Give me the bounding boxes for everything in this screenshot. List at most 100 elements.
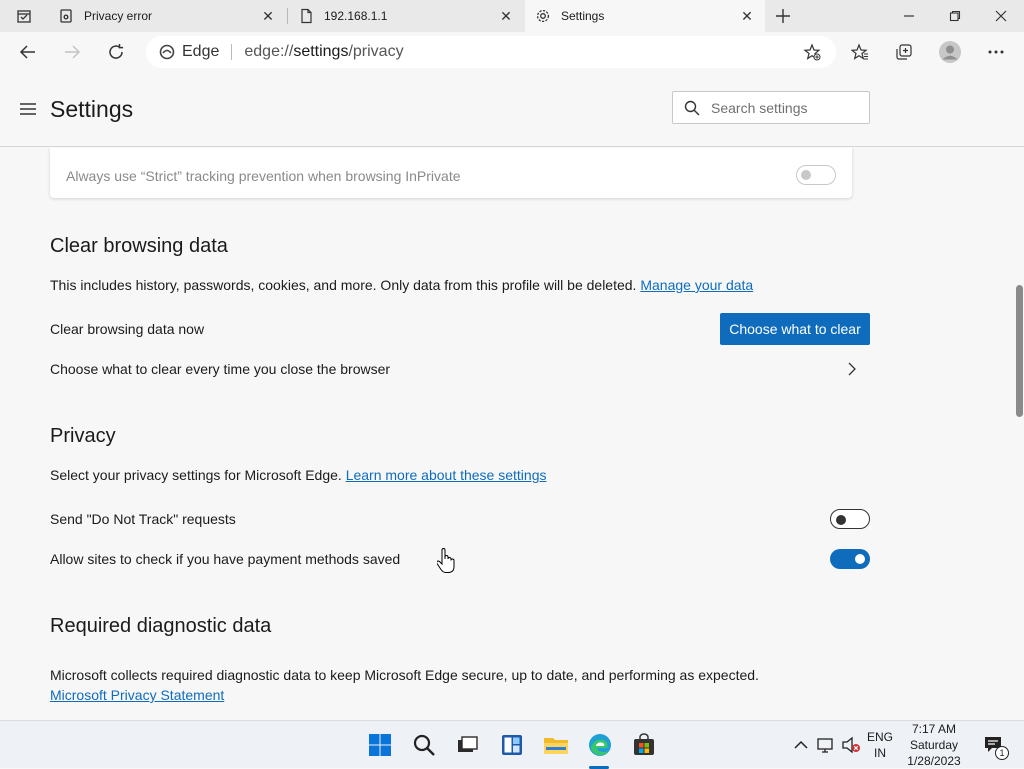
hamburger-menu-icon[interactable] xyxy=(18,99,38,119)
url-prefix: edge:// xyxy=(244,43,294,60)
widgets-icon xyxy=(502,735,522,755)
edge-browser-icon xyxy=(589,734,611,756)
browser-toolbar: Edge edge://settings/privacy xyxy=(0,32,1024,71)
toggle-knob xyxy=(855,554,865,564)
refresh-button[interactable] xyxy=(100,36,132,68)
tracking-card: Always use “Strict” tracking prevention … xyxy=(50,148,852,198)
forward-arrow-icon xyxy=(65,45,81,59)
restore-icon xyxy=(949,10,961,22)
new-tab-button[interactable] xyxy=(767,0,799,32)
toggle-knob xyxy=(836,515,846,525)
privacy-description: Select your privacy settings for Microso… xyxy=(50,467,546,483)
clock-time: 7:17 AM xyxy=(911,722,957,736)
address-url[interactable]: edge://settings/privacy xyxy=(244,43,403,61)
strict-inprivate-toggle[interactable] xyxy=(796,165,836,185)
address-brand: Edge xyxy=(182,43,220,60)
diagnostic-title: Required diagnostic data xyxy=(50,615,272,637)
refresh-icon xyxy=(109,44,124,59)
notifications-button[interactable]: 1 xyxy=(978,729,1010,761)
toggle-knob xyxy=(801,170,811,180)
volume-button[interactable] xyxy=(838,729,864,761)
widgets-button[interactable] xyxy=(496,729,528,761)
language-indicator[interactable]: ENG IN xyxy=(864,729,896,761)
clock-date: 1/28/2023 xyxy=(907,754,961,768)
tab-settings[interactable]: Settings ✕ xyxy=(525,0,765,32)
tab-strip: Privacy error ✕ 192.168.1.1 ✕ Settings ✕ xyxy=(0,0,1024,32)
task-view-button[interactable] xyxy=(452,729,484,761)
windows-logo-icon xyxy=(369,734,391,756)
learn-more-link[interactable]: Learn more about these settings xyxy=(346,467,547,483)
strict-inprivate-label: Always use “Strict” tracking prevention … xyxy=(66,168,461,184)
add-favorite-icon[interactable] xyxy=(796,36,828,68)
diagnostic-description: Microsoft collects required diagnostic d… xyxy=(50,667,759,683)
profile-button[interactable] xyxy=(934,36,966,68)
network-icon xyxy=(817,738,833,753)
more-icon xyxy=(988,50,1004,54)
minimize-icon xyxy=(904,15,914,17)
start-button[interactable] xyxy=(364,729,396,761)
forward-button[interactable] xyxy=(56,36,88,68)
store-button[interactable] xyxy=(628,729,660,761)
back-button[interactable] xyxy=(12,36,44,68)
payment-methods-label: Allow sites to check if you have payment… xyxy=(50,551,401,567)
clock[interactable]: 7:17 AM Saturday 1/28/2023 xyxy=(900,721,968,769)
avatar-icon xyxy=(939,41,961,63)
close-tab-icon[interactable]: ✕ xyxy=(735,4,759,28)
settings-content: Always use “Strict” tracking prevention … xyxy=(0,148,1014,720)
folder-icon xyxy=(544,738,568,754)
page-title: Settings xyxy=(50,96,134,122)
task-view-icon xyxy=(458,736,478,752)
notification-count-badge: 1 xyxy=(995,746,1009,760)
payment-methods-toggle[interactable] xyxy=(830,549,870,569)
search-settings-box[interactable] xyxy=(672,91,870,124)
edge-taskbar-button[interactable] xyxy=(584,729,616,761)
close-tab-icon[interactable]: ✕ xyxy=(494,4,518,28)
clear-on-close-row[interactable]: Choose what to clear every time you clos… xyxy=(50,353,870,385)
tab-label: Privacy error xyxy=(84,9,153,23)
restore-button[interactable] xyxy=(938,0,972,32)
address-divider xyxy=(231,44,233,60)
url-host: settings xyxy=(293,43,349,60)
manage-your-data-link[interactable]: Manage your data xyxy=(640,277,753,293)
clear-browsing-description: This includes history, passwords, cookie… xyxy=(50,277,753,293)
address-bar[interactable]: Edge edge://settings/privacy xyxy=(146,36,836,68)
search-taskbar-button[interactable] xyxy=(408,729,440,761)
close-icon xyxy=(995,10,1007,22)
tab-privacy-error[interactable]: Privacy error ✕ xyxy=(48,0,286,32)
plus-icon xyxy=(776,9,790,23)
privacy-title: Privacy xyxy=(50,425,116,447)
scrollbar-track[interactable] xyxy=(1014,148,1024,720)
minimize-button[interactable] xyxy=(892,0,926,32)
clock-day: Saturday xyxy=(909,738,959,752)
url-path: /privacy xyxy=(348,43,404,60)
search-icon xyxy=(413,734,435,756)
taskbar: ENG IN 7:17 AM Saturday 1/28/2023 1 xyxy=(0,720,1024,769)
tab-actions-icon xyxy=(17,10,31,23)
tab-label: 192.168.1.1 xyxy=(324,9,388,23)
scrollbar-thumb[interactable] xyxy=(1016,285,1023,417)
volume-muted-icon xyxy=(842,736,860,754)
settings-header: Settings xyxy=(0,71,1024,147)
favorites-button[interactable] xyxy=(844,36,876,68)
chevron-up-icon xyxy=(794,740,808,749)
network-button[interactable] xyxy=(812,729,838,761)
choose-what-to-clear-button[interactable]: Choose what to clear xyxy=(720,313,870,345)
settings-and-more-button[interactable] xyxy=(980,36,1012,68)
privacy-error-icon xyxy=(58,8,74,24)
search-icon xyxy=(673,100,711,116)
language-code: ENG xyxy=(866,730,893,744)
privacy-statement-link[interactable]: Microsoft Privacy Statement xyxy=(50,687,224,703)
hand-cursor-icon xyxy=(436,548,455,579)
store-icon xyxy=(634,733,654,755)
close-tab-icon[interactable]: ✕ xyxy=(256,4,280,28)
search-input[interactable] xyxy=(711,99,851,116)
gear-icon xyxy=(535,8,551,24)
tab-actions-button[interactable] xyxy=(8,0,40,32)
privacy-description-text: Select your privacy settings for Microso… xyxy=(50,467,342,483)
do-not-track-toggle[interactable] xyxy=(830,509,870,529)
tab-192-168-1-1[interactable]: 192.168.1.1 ✕ xyxy=(288,0,524,32)
close-window-button[interactable] xyxy=(984,0,1018,32)
keyboard-region: IN xyxy=(874,746,886,760)
file-explorer-button[interactable] xyxy=(540,729,572,761)
collections-button[interactable] xyxy=(888,36,920,68)
